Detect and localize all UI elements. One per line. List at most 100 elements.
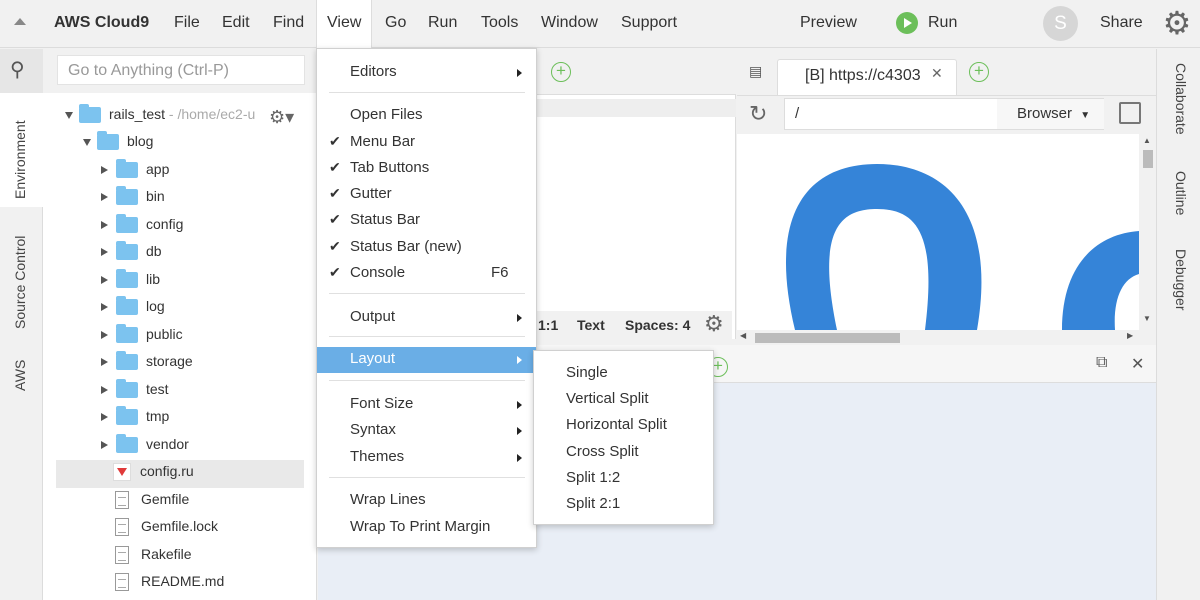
close-icon[interactable]: ✕ — [1131, 354, 1144, 374]
new-tab-plus-icon[interactable]: + — [551, 62, 571, 82]
menu-file[interactable]: File — [174, 14, 200, 32]
chevron-right-icon[interactable] — [101, 331, 108, 340]
chevron-right-icon[interactable] — [101, 386, 108, 395]
chevron-down-icon[interactable] — [83, 138, 91, 146]
chevron-right-icon[interactable] — [101, 276, 108, 285]
layout-option-cross-split[interactable]: Cross Split — [534, 440, 713, 466]
tree-folder[interactable]: public — [99, 324, 183, 352]
tree-settings-gear-icon[interactable]: ⚙▾ — [269, 107, 294, 128]
syntax-mode[interactable]: Text — [577, 317, 605, 333]
tree-folder[interactable]: storage — [99, 351, 193, 379]
chevron-right-icon[interactable] — [101, 358, 108, 367]
cursor-position[interactable]: 1:1 — [538, 317, 558, 333]
scroll-right-icon[interactable]: ▶ — [1127, 331, 1133, 340]
tree-folder[interactable]: config — [99, 214, 183, 242]
chevron-right-icon[interactable] — [101, 166, 108, 175]
scroll-down-icon[interactable]: ▼ — [1143, 314, 1151, 323]
run-icon[interactable] — [896, 12, 918, 34]
menu-item-menu-bar[interactable]: ✔ Menu Bar — [317, 130, 536, 156]
tree-file[interactable]: Rakefile — [115, 546, 192, 572]
menu-item-wrap-lines[interactable]: Wrap Lines — [317, 488, 536, 514]
tab-aws[interactable]: AWS — [0, 341, 43, 401]
menu-tools[interactable]: Tools — [481, 14, 518, 32]
brand-menu[interactable]: AWS Cloud9 — [54, 14, 149, 32]
menu-item-console[interactable]: ✔ Console F6 — [317, 261, 536, 287]
chevron-down-icon[interactable] — [65, 111, 73, 119]
menu-support[interactable]: Support — [621, 14, 677, 32]
menu-item-syntax[interactable]: Syntax — [317, 418, 536, 444]
tree-folder[interactable]: lib — [99, 269, 160, 297]
tree-folder[interactable]: log — [99, 296, 165, 324]
menu-go[interactable]: Go — [385, 14, 406, 32]
menu-item-status-bar-new[interactable]: ✔ Status Bar (new) — [317, 235, 536, 261]
new-tab-plus-icon[interactable]: + — [969, 62, 989, 82]
tree-folder-blog[interactable]: blog — [83, 131, 153, 159]
menu-item-layout[interactable]: Layout — [317, 347, 536, 373]
tree-file[interactable]: README.md — [115, 573, 224, 599]
menu-item-font-size[interactable]: Font Size — [317, 392, 536, 418]
maximize-icon[interactable]: ⧉ — [1096, 354, 1107, 372]
layout-option-vertical-split[interactable]: Vertical Split — [534, 387, 713, 413]
tree-folder[interactable]: test — [99, 379, 169, 407]
vertical-scrollbar[interactable]: ▲ ▼ — [1139, 134, 1156, 330]
menu-run[interactable]: Run — [428, 14, 457, 32]
horizontal-scrollbar[interactable]: ◀ ▶ — [737, 330, 1139, 345]
indentation-setting[interactable]: Spaces: 4 — [625, 317, 690, 333]
chevron-right-icon[interactable] — [101, 413, 108, 422]
tree-root-row[interactable]: rails_test - /home/ec2-u — [65, 104, 255, 132]
scroll-thumb[interactable] — [755, 333, 900, 343]
menu-item-open-files[interactable]: Open Files — [317, 103, 536, 129]
preview-button[interactable]: Preview — [800, 14, 857, 32]
layout-option-split-2-1[interactable]: Split 2:1 — [534, 492, 713, 518]
menu-item-output[interactable]: Output — [317, 305, 536, 331]
tree-folder[interactable]: vendor — [99, 434, 189, 462]
tree-file[interactable]: Gemfile.lock — [115, 518, 218, 544]
scroll-up-icon[interactable]: ▲ — [1143, 136, 1151, 145]
menu-item-tab-buttons[interactable]: ✔ Tab Buttons — [317, 156, 536, 182]
go-to-anything-input[interactable]: Go to Anything (Ctrl-P) — [57, 55, 305, 85]
chevron-right-icon[interactable] — [101, 441, 108, 450]
close-icon[interactable]: ✕ — [931, 65, 943, 82]
menu-item-themes[interactable]: Themes — [317, 445, 536, 471]
menu-edit[interactable]: Edit — [222, 14, 250, 32]
chevron-right-icon[interactable] — [101, 248, 108, 257]
browser-mode-select[interactable]: Browser ▼ — [997, 99, 1104, 129]
browser-viewport[interactable] — [737, 134, 1139, 330]
menu-item-gutter[interactable]: ✔ Gutter — [317, 182, 536, 208]
chevron-right-icon[interactable] — [101, 221, 108, 230]
preferences-gear-icon[interactable]: ⚙ — [1160, 6, 1194, 40]
menu-item-status-bar[interactable]: ✔ Status Bar — [317, 208, 536, 234]
tab-environment[interactable]: Environment — [0, 93, 43, 207]
tab-source-control[interactable]: Source Control — [0, 209, 43, 337]
menu-item-wrap-to-print-margin[interactable]: Wrap To Print Margin — [317, 515, 536, 541]
tree-file[interactable]: config.ru — [56, 460, 304, 488]
menu-item-editors[interactable]: Editors — [317, 60, 536, 86]
layout-option-horizontal-split[interactable]: Horizontal Split — [534, 413, 713, 439]
chevron-right-icon[interactable] — [101, 193, 108, 202]
search-toggle[interactable]: ⚲ — [0, 49, 43, 93]
scroll-left-icon[interactable]: ◀ — [740, 331, 746, 340]
chevron-right-icon[interactable] — [101, 303, 108, 312]
menu-window[interactable]: Window — [541, 14, 598, 32]
url-input[interactable]: / Browser ▼ — [784, 98, 1104, 130]
run-button[interactable]: Run — [928, 14, 957, 32]
layout-option-single[interactable]: Single — [534, 361, 713, 387]
tree-folder[interactable]: tmp — [99, 406, 169, 434]
avatar[interactable]: S — [1043, 6, 1078, 41]
status-settings-gear-icon[interactable]: ⚙ — [704, 311, 724, 337]
tab-list-icon[interactable]: ▤ — [749, 63, 762, 80]
scroll-thumb[interactable] — [1143, 150, 1153, 168]
layout-option-split-1-2[interactable]: Split 1:2 — [534, 466, 713, 492]
pop-out-icon[interactable] — [1119, 102, 1141, 124]
tree-folder[interactable]: db — [99, 241, 162, 269]
tree-folder[interactable]: bin — [99, 186, 165, 214]
browser-tab[interactable]: [B] https://c4303 — [777, 59, 957, 95]
collapse-menu-icon[interactable] — [14, 18, 26, 25]
share-button[interactable]: Share — [1100, 14, 1143, 32]
tree-file[interactable]: Gemfile — [115, 491, 189, 517]
search-icon[interactable]: ⚲ — [10, 57, 25, 82]
menu-find[interactable]: Find — [273, 14, 304, 32]
refresh-icon[interactable]: ↻ — [749, 101, 767, 127]
tree-folder[interactable]: app — [99, 159, 169, 187]
menu-view[interactable]: View — [316, 0, 373, 48]
